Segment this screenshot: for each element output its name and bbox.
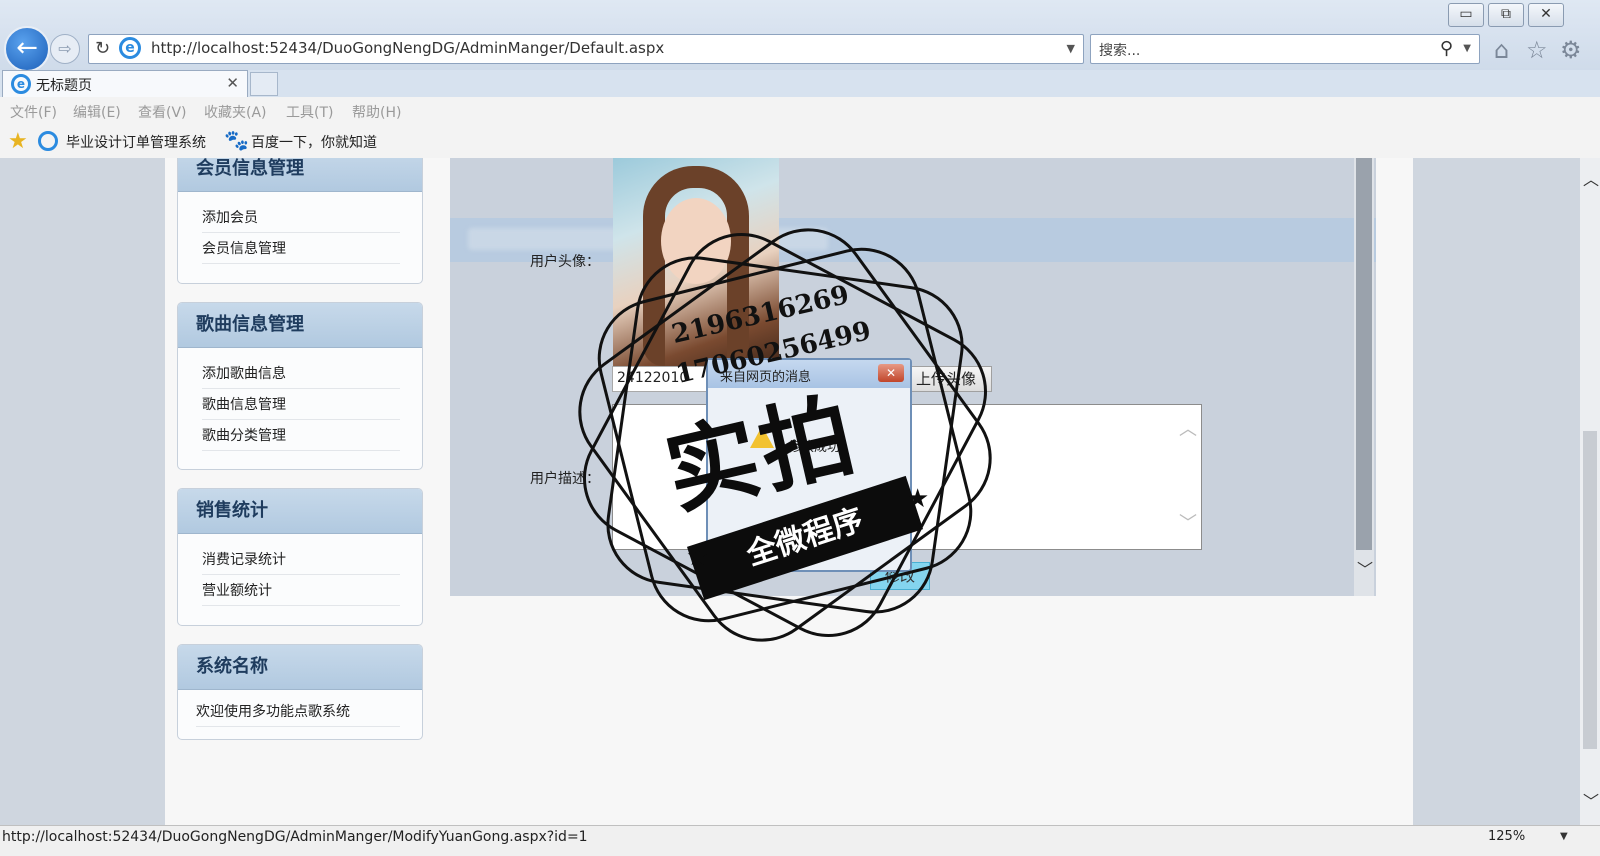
search-icon[interactable]: ⚲ [1440, 38, 1453, 59]
menu-favorites[interactable]: 收藏夹(A) [204, 102, 267, 122]
tab-active[interactable]: e 无标题页 ✕ [2, 70, 248, 97]
home-icon[interactable]: ⌂ [1494, 36, 1509, 64]
sidebar-item-song-category[interactable]: 歌曲分类管理 [202, 420, 400, 451]
ie-tab-icon: e [11, 74, 31, 94]
refresh-icon[interactable]: ↻ [95, 38, 110, 59]
alert-close-button[interactable]: ✕ [878, 364, 904, 382]
textarea-scroll-up-icon[interactable]: ︿ [1179, 415, 1197, 441]
description-label: 用户描述： [530, 471, 600, 487]
sidebar-item-revenue-stats[interactable]: 营业额统计 [202, 575, 400, 606]
search-dropdown-icon[interactable]: ▼ [1463, 43, 1471, 54]
favorites-star-icon[interactable]: ☆ [1526, 36, 1548, 64]
menu-view[interactable]: 查看(V) [138, 102, 187, 122]
close-window-button[interactable]: ✕ [1528, 3, 1564, 27]
sidebar-panel-sales: 销售统计 消费记录统计 营业额统计 [177, 488, 423, 626]
tab-bar: e 无标题页 ✕ [0, 70, 1600, 98]
new-tab-button[interactable] [250, 72, 278, 96]
avatar-label: 用户头像： [530, 254, 600, 270]
frame-scrollbar-thumb[interactable] [1356, 158, 1372, 550]
sidebar-item-add-member[interactable]: 添加会员 [202, 202, 400, 233]
address-bar[interactable]: ↻ e http://localhost:52434/DuoGongNengDG… [88, 34, 1084, 64]
scroll-down-icon[interactable]: ﹀ [1583, 788, 1599, 812]
alert-message: 修改成功 [788, 440, 841, 455]
sidebar-panel-system: 系统名称 欢迎使用多功能点歌系统 [177, 644, 423, 740]
upload-avatar-button[interactable]: 上传头像 [900, 366, 992, 392]
alert-ok-button[interactable] [768, 520, 848, 544]
ie-page-icon: e [119, 37, 141, 59]
sidebar-panel-title: 系统名称 [178, 645, 422, 690]
tab-title: 无标题页 [36, 78, 92, 94]
menu-file[interactable]: 文件(F) [10, 102, 57, 122]
sidebar-item-welcome: 欢迎使用多功能点歌系统 [196, 696, 400, 727]
status-bar: http://localhost:52434/DuoGongNengDG/Adm… [0, 825, 1600, 856]
favorite-link-baidu[interactable]: 百度一下，你就知道 [251, 132, 377, 152]
user-avatar-image [613, 158, 779, 372]
forward-arrow-icon: ⇨ [58, 39, 72, 58]
sidebar-panel-title: 歌曲信息管理 [178, 303, 422, 348]
forward-button[interactable]: ⇨ [50, 34, 80, 64]
address-text[interactable]: http://localhost:52434/DuoGongNengDG/Adm… [151, 39, 664, 57]
sidebar-item-song-manage[interactable]: 歌曲信息管理 [202, 389, 400, 420]
frame-scroll-down-icon[interactable]: ﹀ [1357, 556, 1373, 580]
zoom-dropdown-icon[interactable]: ▼ [1560, 831, 1568, 842]
sidebar-panel-songs: 歌曲信息管理 添加歌曲信息 歌曲信息管理 歌曲分类管理 [177, 302, 423, 470]
status-url: http://localhost:52434/DuoGongNengDG/Adm… [2, 829, 588, 845]
zoom-level[interactable]: 125% [1488, 829, 1525, 844]
textarea-scroll-down-icon[interactable]: ﹀ [1179, 509, 1197, 535]
page-scrollbar[interactable]: ︿ ﹀ [1580, 158, 1600, 825]
warning-icon [750, 426, 774, 448]
page-scrollbar-thumb[interactable] [1583, 431, 1597, 749]
frame-scrollbar[interactable]: ﹀ [1354, 158, 1374, 596]
menu-tools[interactable]: 工具(T) [286, 102, 333, 122]
alert-titlebar: 来自网页的消息 ✕ [708, 360, 910, 388]
menu-help[interactable]: 帮助(H) [352, 102, 401, 122]
sidebar-item-consumption-stats[interactable]: 消费记录统计 [202, 544, 400, 575]
sidebar-panel-title: 会员信息管理 [178, 158, 422, 192]
sidebar-panel-title: 销售统计 [178, 489, 422, 534]
baidu-paw-icon: 🐾 [224, 128, 249, 152]
add-favorite-star-icon[interactable]: ★ [8, 129, 28, 154]
back-arrow-icon: ← [16, 33, 38, 63]
address-dropdown-icon[interactable]: ▼ [1067, 42, 1075, 55]
scroll-up-icon[interactable]: ︿ [1583, 166, 1599, 190]
tab-close-icon[interactable]: ✕ [226, 74, 239, 92]
ie-favorite-icon [38, 131, 58, 151]
restore-button[interactable]: ⧉ [1488, 3, 1524, 27]
back-button[interactable]: ← [4, 26, 50, 72]
browser-toolbar: ▭ ⧉ ✕ ← ⇨ ↻ e http://localhost:52434/Duo… [0, 0, 1600, 72]
gear-icon[interactable]: ⚙ [1560, 36, 1582, 64]
menu-bar: 文件(F) 编辑(E) 查看(V) 收藏夹(A) 工具(T) 帮助(H) [0, 97, 1600, 125]
alert-dialog: 来自网页的消息 ✕ 修改成功 [706, 358, 912, 572]
minimize-button[interactable]: ▭ [1448, 3, 1484, 27]
alert-title: 来自网页的消息 [720, 370, 812, 385]
sidebar-item-member-manage[interactable]: 会员信息管理 [202, 233, 400, 264]
sidebar-panel-members: 会员信息管理 添加会员 会员信息管理 [177, 158, 423, 284]
search-input[interactable]: 搜索... ⚲ ▼ [1090, 34, 1480, 64]
favorite-link-orders[interactable]: 毕业设计订单管理系统 [66, 132, 206, 152]
search-placeholder: 搜索... [1099, 43, 1141, 59]
avatar-face [661, 198, 731, 284]
favorites-bar: ★ 毕业设计订单管理系统 🐾 百度一下，你就知道 [0, 125, 1600, 159]
sidebar-item-add-song[interactable]: 添加歌曲信息 [202, 358, 400, 389]
menu-edit[interactable]: 编辑(E) [73, 102, 121, 122]
modify-user-form: 用户头像： 24122010 上传头像 用户描述： ︿ ﹀ 修改 [450, 158, 1376, 596]
